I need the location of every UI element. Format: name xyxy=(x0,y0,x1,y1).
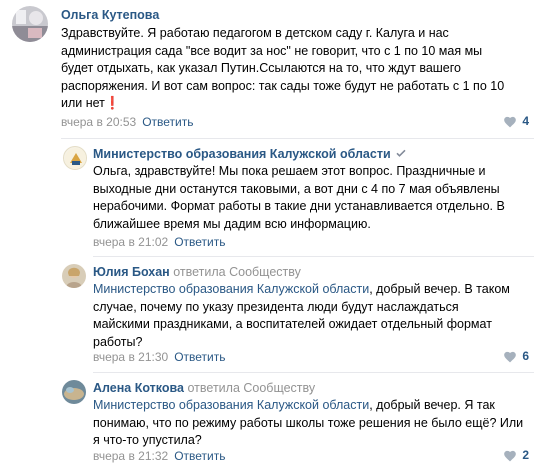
mention-link[interactable]: Министерство образования Калужской облас… xyxy=(93,282,369,296)
like-button[interactable]: 2 xyxy=(503,448,529,462)
comment-text: Здравствуйте. Я работаю педагогом в детс… xyxy=(61,26,505,110)
like-button[interactable]: 4 xyxy=(503,114,529,128)
replied-to[interactable]: ответила Сообществу xyxy=(173,265,301,279)
comment-text: Ольга, здравствуйте! Мы пока решаем этот… xyxy=(93,164,505,231)
comment-time[interactable]: вчера в 21:02 xyxy=(93,235,168,249)
avatar[interactable] xyxy=(12,6,48,42)
avatar[interactable] xyxy=(63,146,87,170)
comment-author[interactable]: Юлия Бохан ответила Сообществу xyxy=(93,265,301,279)
heart-icon xyxy=(504,450,517,461)
replied-to[interactable]: ответила Сообществу xyxy=(188,381,316,395)
divider xyxy=(61,138,534,139)
reply-button[interactable]: Ответить xyxy=(174,350,225,364)
comment-time[interactable]: вчера в 20:53 xyxy=(61,115,136,129)
divider xyxy=(93,372,534,373)
like-count: 4 xyxy=(522,114,529,128)
like-count: 6 xyxy=(522,349,529,363)
avatar[interactable] xyxy=(62,264,86,288)
avatar[interactable] xyxy=(62,380,86,404)
comment-text: Министерство образования Калужской облас… xyxy=(93,282,510,349)
divider xyxy=(93,256,534,257)
comment-text: Министерство образования Калужской облас… xyxy=(93,398,524,447)
comment-author[interactable]: Ольга Кутепова xyxy=(61,8,159,22)
verified-icon xyxy=(395,147,407,159)
reply-button[interactable]: Ответить xyxy=(174,449,225,463)
heart-icon xyxy=(504,351,517,362)
comment-author[interactable]: Министерство образования Калужской облас… xyxy=(93,147,407,161)
comment-author[interactable]: Алена Коткова ответила Сообществу xyxy=(93,381,315,395)
exclamation-emoji-icon: ❗️ xyxy=(104,96,121,110)
reply-button[interactable]: Ответить xyxy=(174,235,225,249)
reply-button[interactable]: Ответить xyxy=(142,115,193,129)
like-button[interactable]: 6 xyxy=(503,349,529,363)
like-count: 2 xyxy=(522,448,529,462)
comment-time[interactable]: вчера в 21:30 xyxy=(93,350,168,364)
comment-meta: вчера в 21:02 Ответить xyxy=(93,235,225,249)
comment-meta: вчера в 21:32 Ответить xyxy=(93,449,225,463)
comment-meta: вчера в 20:53 Ответить xyxy=(61,115,193,129)
comment-time[interactable]: вчера в 21:32 xyxy=(93,449,168,463)
mention-link[interactable]: Министерство образования Калужской облас… xyxy=(93,398,369,412)
comment-meta: вчера в 21:30 Ответить xyxy=(93,350,225,364)
heart-icon xyxy=(504,116,517,127)
